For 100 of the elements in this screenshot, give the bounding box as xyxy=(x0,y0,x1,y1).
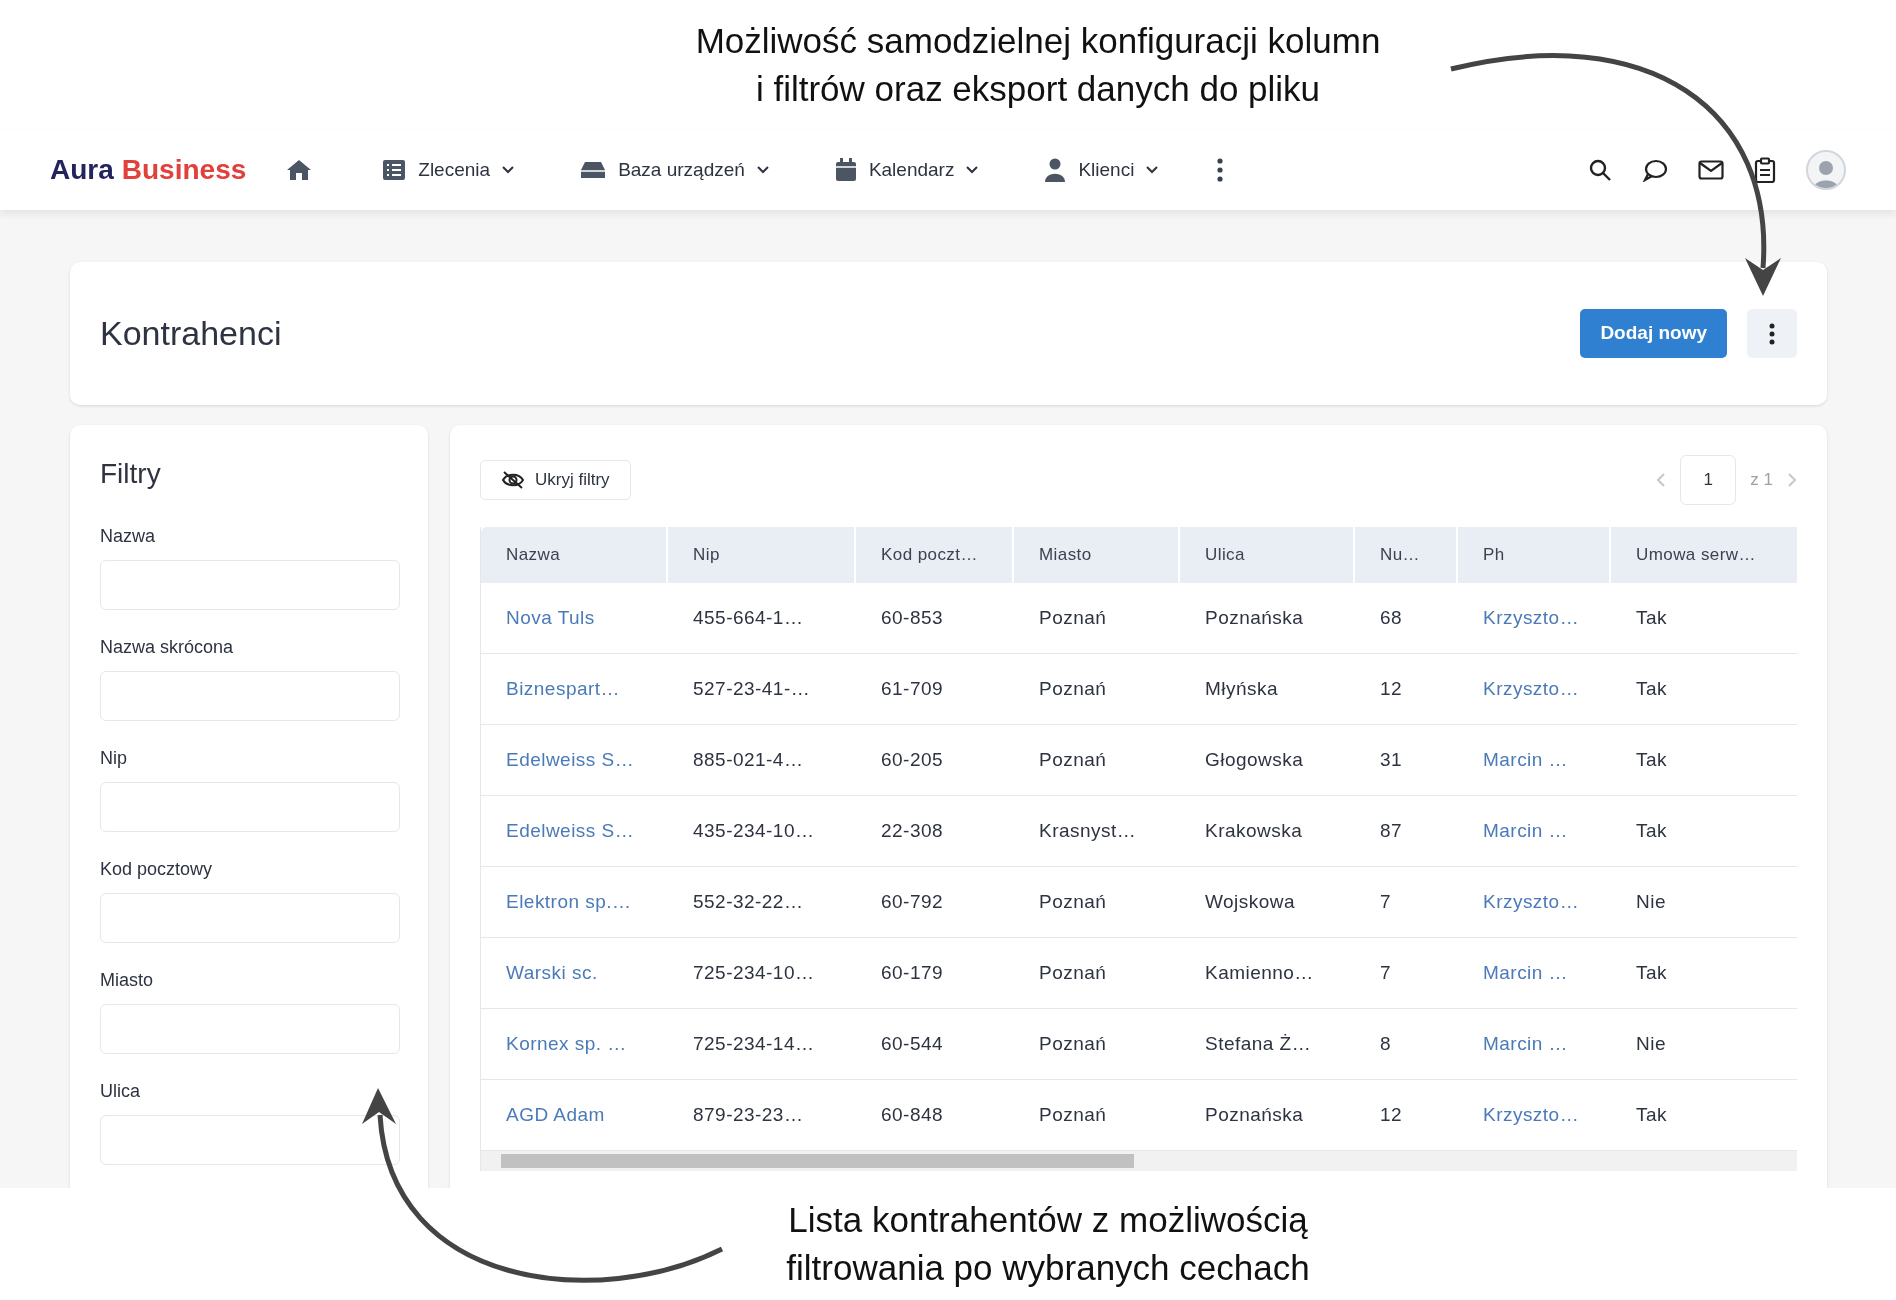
search-icon[interactable] xyxy=(1588,158,1612,182)
nav-menu-item[interactable]: Kalendarz xyxy=(834,155,979,185)
table-cell-text: Krasnyst… xyxy=(1038,818,1138,843)
table-link[interactable]: Nova Tuls xyxy=(481,583,668,653)
field-label: Kod pocztowy xyxy=(100,858,214,881)
table-cell-text: 22-308 xyxy=(880,818,944,843)
text-input-field[interactable] xyxy=(100,893,400,943)
table-cell-text: 7 xyxy=(1379,889,1393,914)
table-cell-text: 7 xyxy=(1379,960,1393,985)
column-header[interactable]: Nazwa xyxy=(481,527,668,583)
clipboard-icon[interactable] xyxy=(1754,157,1776,183)
table-link[interactable]: Krzyszto… xyxy=(1458,583,1611,653)
table-cell-text: Nie xyxy=(1635,1031,1667,1056)
table-cell-text: 552-32-22… xyxy=(692,889,805,914)
table-cell-text: Głogowska xyxy=(1204,747,1305,772)
table-link[interactable]: Krzyszto… xyxy=(1458,867,1611,937)
app-logo[interactable]: Aura Business xyxy=(50,149,247,191)
home-icon[interactable] xyxy=(286,159,313,181)
nav-menu-item[interactable]: Klienci xyxy=(1044,155,1159,185)
chevron-down-icon xyxy=(502,166,515,174)
page-number-field[interactable]: 1 xyxy=(1680,455,1737,505)
horizontal-scrollbar[interactable] xyxy=(481,1151,1797,1171)
more-vertical-icon xyxy=(1769,322,1775,345)
text-input-field[interactable] xyxy=(100,1115,400,1165)
table-cell-text: 60-205 xyxy=(880,747,944,772)
table-link[interactable]: Marcin … xyxy=(1458,796,1611,866)
text-input-field[interactable] xyxy=(100,671,400,721)
text-input-field[interactable] xyxy=(100,560,400,610)
filters-title: Filtry xyxy=(100,457,162,491)
table-cell-text: Krakowska xyxy=(1204,818,1304,843)
user-icon xyxy=(1044,158,1067,182)
table-link[interactable]: Marcin … xyxy=(1458,938,1611,1008)
table-cell-text: 12 xyxy=(1379,1102,1404,1127)
table-link[interactable]: Marcin … xyxy=(1458,1009,1611,1079)
field-label: Ulica xyxy=(100,1080,141,1103)
table-cell-text: 725-234-14… xyxy=(692,1031,816,1056)
table-cell-text: Tak xyxy=(1635,747,1668,772)
mail-icon[interactable] xyxy=(1698,160,1724,180)
next-page-icon[interactable] xyxy=(1787,472,1797,488)
table-cell-text: 885-021-4… xyxy=(692,747,805,772)
table-link[interactable]: Edelweiss S… xyxy=(481,725,668,795)
add-new-button[interactable]: Dodaj nowy xyxy=(1580,309,1727,358)
column-header[interactable]: Umowa serw… xyxy=(1611,527,1798,583)
table-cell-text: 12 xyxy=(1379,676,1404,701)
page-total: z 1 xyxy=(1750,469,1773,492)
chat-bubble-icon[interactable] xyxy=(1642,158,1668,182)
field-label: Nazwa xyxy=(100,525,157,548)
table-cell-text: 8 xyxy=(1379,1031,1393,1056)
table-cell-text: Młyńska xyxy=(1204,676,1279,701)
table-cell-text: 879-23-23… xyxy=(692,1102,805,1127)
table-link[interactable]: AGD Adam xyxy=(481,1080,668,1150)
table-link[interactable]: Kornex sp. … xyxy=(481,1009,668,1079)
field-label: Nazwa skrócona xyxy=(100,636,235,659)
column-header[interactable]: Ulica xyxy=(1180,527,1355,583)
table-cell-text: Stefana Ż… xyxy=(1204,1031,1313,1056)
page-title: Kontrahenci xyxy=(100,313,282,354)
column-header[interactable]: Nip xyxy=(668,527,856,583)
field-label: Nip xyxy=(100,747,128,770)
chevron-down-icon xyxy=(756,166,769,174)
table-cell-text: 435-234-10… xyxy=(692,818,816,843)
more-options-button[interactable] xyxy=(1747,309,1797,358)
table-cell-text: 68 xyxy=(1379,605,1404,630)
table-cell-text: Poznań xyxy=(1038,676,1108,701)
table-cell-text: 60-853 xyxy=(880,605,944,630)
table-link[interactable]: Elektron sp.… xyxy=(481,867,668,937)
nav-menu-item[interactable]: Baza urządzeń xyxy=(580,155,769,185)
more-vertical-icon[interactable] xyxy=(1216,158,1225,182)
table-cell-text: Kamienno… xyxy=(1204,960,1315,985)
hide-filters-button[interactable]: Ukryj filtry xyxy=(480,460,631,500)
table-cell-text: Poznań xyxy=(1038,605,1108,630)
table-link[interactable]: Edelweiss S… xyxy=(481,796,668,866)
table-link[interactable]: Warski sc. xyxy=(481,938,668,1008)
user-avatar[interactable] xyxy=(1806,150,1846,190)
column-header[interactable]: Ph xyxy=(1458,527,1611,583)
table-link[interactable]: Biznespart… xyxy=(481,654,668,724)
table-link[interactable]: Marcin … xyxy=(1458,725,1611,795)
table-link[interactable]: Krzyszto… xyxy=(1458,654,1611,724)
table-cell-text: Wojskowa xyxy=(1204,889,1297,914)
table-cell-text: 61-709 xyxy=(880,676,944,701)
column-header[interactable]: Miasto xyxy=(1014,527,1180,583)
column-header[interactable]: Nu… xyxy=(1355,527,1458,583)
table-cell-text: Nie xyxy=(1635,889,1667,914)
nav-menu-item[interactable]: Zlecenia xyxy=(382,155,515,185)
column-header[interactable]: Kod poczt… xyxy=(856,527,1014,583)
scrollbar-thumb[interactable] xyxy=(501,1154,1134,1168)
annotation-text: i filtrów oraz eksport danych do pliku xyxy=(755,68,1321,110)
calendar-icon xyxy=(834,158,857,182)
text-input-field[interactable] xyxy=(100,1004,400,1054)
table-cell-text: Poznańska xyxy=(1204,1102,1305,1127)
table-cell-text: 60-544 xyxy=(880,1031,944,1056)
eye-slash-icon xyxy=(501,470,525,490)
table-cell-text: Tak xyxy=(1635,960,1668,985)
table-cell-text: Poznań xyxy=(1038,1031,1108,1056)
table-link[interactable]: Krzyszto… xyxy=(1458,1080,1611,1150)
chevron-down-icon xyxy=(966,166,979,174)
text-input-field[interactable] xyxy=(100,782,400,832)
annotation-text: Lista kontrahentów z możliwością xyxy=(788,1199,1308,1241)
table-cell-text: Tak xyxy=(1635,818,1668,843)
previous-page-icon[interactable] xyxy=(1656,472,1667,488)
annotation-text: Możliwość samodzielnej konfiguracji kolumn xyxy=(695,20,1381,62)
